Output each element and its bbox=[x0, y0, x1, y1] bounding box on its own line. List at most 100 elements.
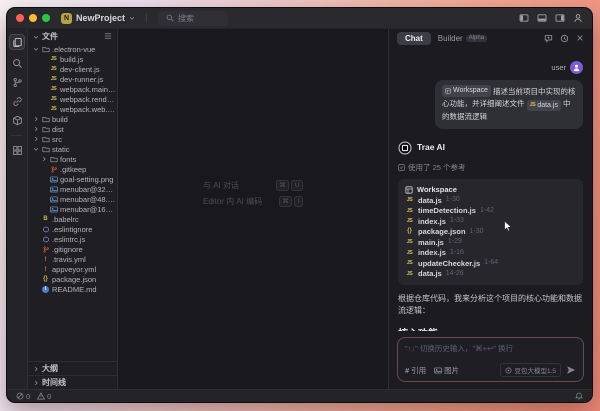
editor-area[interactable]: 与 AI 对话 ⌘U Editor 内 AI 编码 ⌘I bbox=[118, 29, 388, 389]
indent-spacer bbox=[41, 175, 47, 183]
data-js-chip[interactable]: JSdata.js bbox=[527, 100, 561, 112]
tree-folder-item[interactable]: src bbox=[28, 134, 117, 144]
image-button[interactable]: 图片 bbox=[434, 365, 459, 376]
workspace-file-row[interactable]: JSdata.js14-26 bbox=[405, 269, 576, 280]
references-row[interactable]: 使用了 25 个参考 bbox=[398, 162, 583, 173]
alpha-badge: Alpha bbox=[466, 35, 487, 42]
chevron-right-icon bbox=[33, 125, 39, 133]
package-box-icon[interactable] bbox=[12, 115, 23, 126]
minimize-window-button[interactable] bbox=[29, 14, 37, 22]
search-placeholder: 搜索 bbox=[178, 13, 194, 24]
titlebar: N NewProject 搜索 bbox=[7, 8, 592, 29]
tree-file-item[interactable]: JSwebpack.renderer.c... bbox=[28, 94, 117, 104]
assistant-paragraph: 根据仓库代码，我来分析这个项目的核心功能和数据流逻辑： bbox=[398, 293, 583, 317]
main-area: 文件 .electron-vueJSbuild.jsJSdev-client.j… bbox=[7, 29, 592, 389]
global-search-input[interactable]: 搜索 bbox=[158, 11, 228, 26]
new-chat-icon[interactable] bbox=[544, 34, 553, 43]
tree-file-item[interactable]: menubar@32px.png bbox=[28, 184, 117, 194]
remote-link-icon[interactable] bbox=[12, 96, 23, 107]
activity-bar-divider bbox=[11, 135, 23, 136]
tree-folder-item[interactable]: .electron-vue bbox=[28, 44, 117, 54]
tree-file-item[interactable]: JSdev-client.js bbox=[28, 64, 117, 74]
workspace-file-row[interactable]: JSdata.js1-30 bbox=[405, 195, 576, 206]
tab-chat[interactable]: Chat bbox=[397, 32, 431, 45]
js-icon: JS bbox=[405, 196, 414, 204]
explorer-actions-icon[interactable] bbox=[104, 32, 112, 42]
explorer-activity-icon[interactable] bbox=[9, 34, 25, 50]
window-controls bbox=[16, 14, 50, 22]
tree-file-item[interactable]: !appveyor.yml bbox=[28, 264, 117, 274]
indent-spacer bbox=[33, 225, 39, 233]
search-activity-icon[interactable] bbox=[12, 58, 23, 69]
project-icon: N bbox=[61, 13, 72, 24]
chat-messages: user Workspace 描述当前项目中实现的核心功能，并详细阐述文件 JS… bbox=[389, 47, 592, 331]
chat-input-right: 豆包大模型1.5 bbox=[500, 363, 576, 377]
tab-builder[interactable]: Builder Alpha bbox=[438, 34, 487, 43]
tree-file-item[interactable]: .eslintignore bbox=[28, 224, 117, 234]
account-icon[interactable] bbox=[573, 13, 583, 23]
tree-file-item[interactable]: JSdev-runner.js bbox=[28, 74, 117, 84]
tree-file-item[interactable]: {}package.json bbox=[28, 274, 117, 284]
editor-keybinding-hints: 与 AI 对话 ⌘U Editor 内 AI 编码 ⌘I bbox=[203, 175, 303, 212]
tree-folder-item[interactable]: static bbox=[28, 144, 117, 154]
reference-button[interactable]: #引用 bbox=[405, 365, 426, 376]
problems-warnings[interactable]: 0 bbox=[37, 392, 51, 401]
timeline-section[interactable]: 时间线 bbox=[28, 375, 117, 389]
tree-file-item[interactable]: .eslintrc.js bbox=[28, 234, 117, 244]
tree-folder-item[interactable]: fonts bbox=[28, 154, 117, 164]
tree-file-item[interactable]: .gitkeep bbox=[28, 164, 117, 174]
eslint-icon bbox=[41, 235, 50, 243]
workspace-chip-label: Workspace bbox=[453, 85, 488, 97]
tree-file-item[interactable]: JSwebpack.main.confi... bbox=[28, 84, 117, 94]
close-window-button[interactable] bbox=[16, 14, 24, 22]
indent-spacer bbox=[41, 55, 47, 63]
search-icon bbox=[166, 14, 174, 22]
tree-file-item[interactable]: goal-setting.png bbox=[28, 174, 117, 184]
send-icon[interactable] bbox=[566, 365, 576, 375]
folder-icon bbox=[41, 125, 50, 133]
explorer-header[interactable]: 文件 bbox=[28, 29, 117, 44]
tree-file-item[interactable]: JSbuild.js bbox=[28, 54, 117, 64]
tree-file-item[interactable]: .gitignore bbox=[28, 244, 117, 254]
workspace-chip[interactable]: Workspace bbox=[442, 85, 491, 97]
outline-section[interactable]: 大纲 bbox=[28, 361, 117, 375]
tree-file-item[interactable]: menubar@48.png bbox=[28, 194, 117, 204]
tree-folder-item[interactable]: dist bbox=[28, 124, 117, 134]
extensions-icon[interactable] bbox=[12, 145, 23, 156]
tree-file-item[interactable]: menubar@16px.png bbox=[28, 204, 117, 214]
workspace-file-row[interactable]: JSmain.js1-29 bbox=[405, 237, 576, 248]
tree-file-item[interactable]: JSwebpack.web.config... bbox=[28, 104, 117, 114]
workspace-file-row[interactable]: {}package.json1-30 bbox=[405, 227, 576, 238]
history-icon[interactable] bbox=[560, 34, 569, 43]
tree-folder-item[interactable]: build bbox=[28, 114, 117, 124]
explorer-bottom-sections: 大纲 时间线 bbox=[28, 361, 117, 389]
tree-item-label: .eslintrc.js bbox=[52, 235, 85, 244]
indent-spacer bbox=[33, 265, 39, 273]
indent-spacer bbox=[41, 95, 47, 103]
workspace-file-row[interactable]: JSupdateChecker.js1-64 bbox=[405, 258, 576, 269]
tree-file-item[interactable]: !.travis.yml bbox=[28, 254, 117, 264]
workspace-file-row[interactable]: JSindex.js1-33 bbox=[405, 216, 576, 227]
source-control-icon[interactable] bbox=[12, 77, 23, 88]
img-icon bbox=[49, 195, 58, 203]
tree-file-item[interactable]: B.babelrc bbox=[28, 214, 117, 224]
notifications-bell-icon[interactable] bbox=[575, 392, 583, 400]
close-icon[interactable] bbox=[576, 34, 584, 42]
workspace-file-row[interactable]: JSindex.js1-16 bbox=[405, 248, 576, 259]
workspace-file-row[interactable]: JStimeDetection.js1-42 bbox=[405, 206, 576, 217]
toggle-right-panel-icon[interactable] bbox=[555, 13, 565, 23]
model-selector[interactable]: 豆包大模型1.5 bbox=[500, 363, 561, 377]
tree-file-item[interactable]: iREADME.md bbox=[28, 284, 117, 294]
toggle-left-panel-icon[interactable] bbox=[519, 13, 529, 23]
data-js-chip-label: data.js bbox=[537, 100, 558, 112]
chevron-right-icon bbox=[33, 115, 39, 123]
toggle-bottom-panel-icon[interactable] bbox=[537, 13, 547, 23]
chat-input-box[interactable]: "↑↓" 切换历史输入，"⌘+↩" 换行 #引用 图片 豆包大模型1.5 bbox=[397, 337, 584, 382]
workspace-file-list: JSdata.js1-30JStimeDetection.js1-42JSind… bbox=[405, 195, 576, 279]
indent-spacer bbox=[41, 195, 47, 203]
yml-icon: ! bbox=[41, 255, 50, 263]
problems-errors[interactable]: 0 bbox=[16, 392, 30, 401]
zoom-window-button[interactable] bbox=[42, 14, 50, 22]
chevron-down-icon bbox=[33, 34, 39, 40]
project-switcher[interactable]: N NewProject bbox=[61, 13, 135, 24]
